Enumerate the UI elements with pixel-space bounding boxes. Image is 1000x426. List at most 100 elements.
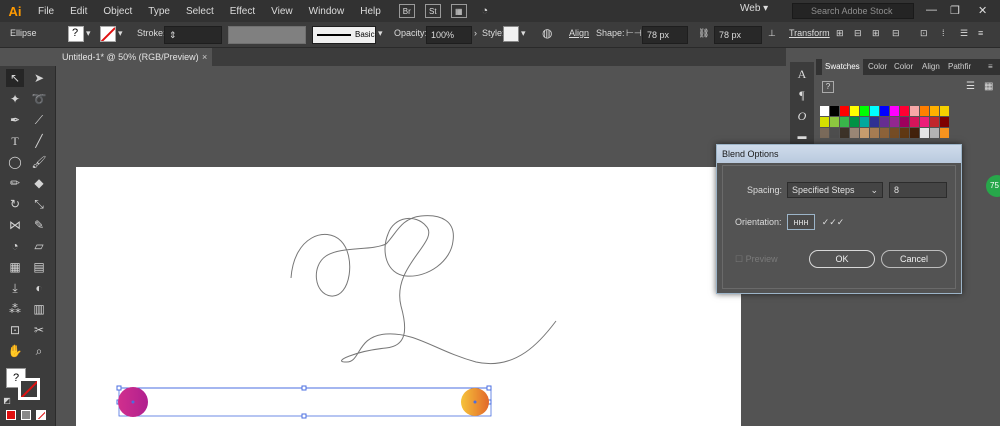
swatch-cell[interactable] <box>900 106 909 116</box>
swatch-cell[interactable] <box>890 128 899 138</box>
close-icon[interactable]: ✕ <box>978 4 987 17</box>
ok-button[interactable]: OK <box>809 250 875 268</box>
panel-menu-icon[interactable]: ≡ <box>978 28 983 38</box>
stock-search-input[interactable]: Search Adobe Stock <box>792 3 914 19</box>
align-options-icon[interactable]: ⊟ <box>854 28 862 39</box>
grid-view-icon[interactable]: ▦ <box>984 81 993 92</box>
list-view-icon[interactable]: ☰ <box>966 81 975 92</box>
pen-tool-icon[interactable]: ✒ <box>6 111 24 129</box>
layers-panel-icon[interactable]: ▬ <box>794 128 810 144</box>
graphic-style-swatch[interactable] <box>503 26 519 42</box>
tab-pathfinder[interactable]: Pathfir <box>948 59 971 75</box>
width-tool-icon[interactable]: ⋈ <box>6 216 24 234</box>
menu-file[interactable]: File <box>30 6 62 17</box>
bbox-handle[interactable] <box>301 385 307 391</box>
swatch-cell[interactable] <box>930 117 939 127</box>
swatch-cell[interactable] <box>900 128 909 138</box>
menu-help[interactable]: Help <box>352 6 389 17</box>
pencil-tool-icon[interactable]: ✏ <box>6 174 24 192</box>
swatch-cell[interactable] <box>830 117 839 127</box>
link-icon[interactable]: ⛓ <box>698 28 709 39</box>
swatch-help-icon[interactable]: ? <box>822 81 834 93</box>
artboard-tool-icon[interactable]: ⊡ <box>6 321 24 339</box>
transform-link[interactable]: Transform <box>789 28 830 38</box>
close-icon[interactable]: × <box>202 48 207 66</box>
swatch-cell[interactable] <box>880 117 889 127</box>
dialog-title[interactable]: Blend Options <box>717 145 961 163</box>
opacity-input[interactable]: 100% <box>426 26 472 44</box>
menu-edit[interactable]: Edit <box>62 6 95 17</box>
recolor-artwork-icon[interactable]: ◍ <box>542 26 552 40</box>
menu-object[interactable]: Object <box>95 6 140 17</box>
shape-height-input[interactable]: 78 px <box>714 26 762 44</box>
swatch-cell[interactable] <box>930 128 939 138</box>
swatch-cell[interactable] <box>920 128 929 138</box>
swatch-cell[interactable] <box>940 128 949 138</box>
align-options-icon[interactable]: ⊞ <box>872 28 880 39</box>
swatch-cell[interactable] <box>930 106 939 116</box>
swatch-cell[interactable] <box>820 128 829 138</box>
align-options-icon[interactable]: ⁞ <box>942 28 945 38</box>
spine-path[interactable] <box>290 215 557 365</box>
swatch-cell[interactable] <box>890 117 899 127</box>
swatch-cell[interactable] <box>920 106 929 116</box>
swatch-cell[interactable] <box>860 106 869 116</box>
tab-align[interactable]: Align <box>922 59 940 75</box>
cancel-button[interactable]: Cancel <box>881 250 947 268</box>
stroke-color-box[interactable] <box>18 378 40 400</box>
specified-steps-input[interactable]: 8 <box>889 182 947 198</box>
bbox-handle[interactable] <box>116 385 122 391</box>
variable-width-profile[interactable] <box>228 26 306 44</box>
symbol-sprayer-tool-icon[interactable]: ⁂ <box>6 300 24 318</box>
mesh-tool-icon[interactable]: ▦ <box>6 258 24 276</box>
minimize-icon[interactable]: — <box>926 4 937 16</box>
swatch-cell[interactable] <box>830 106 839 116</box>
menu-window[interactable]: Window <box>301 6 353 17</box>
bridge-icon[interactable]: Br <box>398 4 415 18</box>
lasso-tool-icon[interactable]: ➰ <box>30 90 48 108</box>
swatch-cell[interactable] <box>840 128 849 138</box>
default-colors-icon[interactable]: ◩ <box>2 396 12 406</box>
swatch-cell[interactable] <box>940 106 949 116</box>
swatch-cell[interactable] <box>870 117 879 127</box>
align-link[interactable]: Align <box>569 28 589 38</box>
chevron-down-icon[interactable]: ▾ <box>118 28 123 39</box>
type-tool-icon[interactable]: T <box>6 132 24 150</box>
paragraph-panel-icon[interactable]: ¶ <box>794 87 810 103</box>
magic-wand-tool-icon[interactable]: ✦ <box>6 90 24 108</box>
column-graph-tool-icon[interactable]: ▥ <box>30 300 48 318</box>
workspace-switcher[interactable]: Web ▾ <box>740 3 768 14</box>
swatch-cell[interactable] <box>840 117 849 127</box>
swatch-cell[interactable] <box>850 128 859 138</box>
direct-selection-tool-icon[interactable]: ➤ <box>30 69 48 87</box>
spacing-dropdown[interactable]: Specified Steps ⌄ <box>787 182 883 198</box>
preview-checkbox[interactable]: ☐ Preview <box>735 254 778 265</box>
panel-menu-icon[interactable]: ≡ <box>988 59 993 75</box>
align-options-icon[interactable]: ⊟ <box>892 28 900 39</box>
artwork-layer[interactable] <box>56 66 786 426</box>
character-panel-icon[interactable]: A <box>794 66 810 82</box>
gradient-mode-icon[interactable] <box>21 410 31 420</box>
stroke-swatch[interactable] <box>100 26 116 42</box>
menu-view[interactable]: View <box>263 6 301 17</box>
eraser-tool-icon[interactable]: ◆ <box>30 174 48 192</box>
swatch-cell[interactable] <box>940 117 949 127</box>
swatch-cell[interactable] <box>890 106 899 116</box>
gpu-performance-icon[interactable]: ◔ <box>477 4 493 18</box>
menu-lines-icon[interactable]: ☰ <box>960 28 968 39</box>
stock-icon[interactable]: St <box>424 4 441 18</box>
swatch-cell[interactable] <box>910 106 919 116</box>
fill-swatch[interactable]: ? <box>68 26 84 42</box>
swatch-cell[interactable] <box>860 117 869 127</box>
curvature-tool-icon[interactable]: ⟋ <box>30 111 48 129</box>
eyedropper-tool-icon[interactable]: ⤓ <box>6 279 24 297</box>
puppet-warp-tool-icon[interactable]: ✎ <box>30 216 48 234</box>
menu-type[interactable]: Type <box>140 6 178 17</box>
swatch-cell[interactable] <box>900 117 909 127</box>
gradient-tool-icon[interactable]: ▤ <box>30 258 48 276</box>
brush-definition-dropdown[interactable]: Basic <box>312 26 376 44</box>
swatch-cell[interactable] <box>910 128 919 138</box>
isolate-icon[interactable]: ⊡ <box>920 28 928 39</box>
menu-select[interactable]: Select <box>178 6 222 17</box>
swatch-cell[interactable] <box>820 117 829 127</box>
